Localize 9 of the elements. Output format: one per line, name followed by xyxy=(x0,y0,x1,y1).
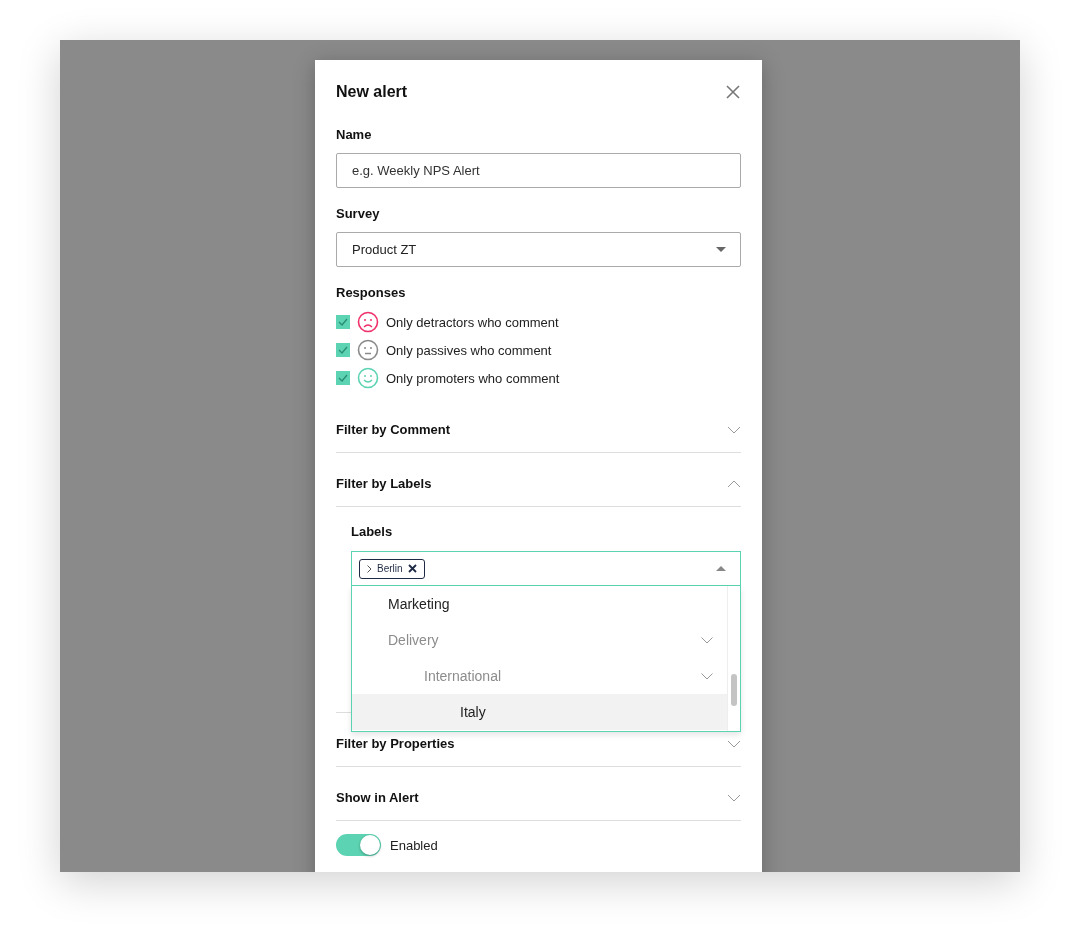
dialog-title: New alert xyxy=(336,83,408,101)
checkbox-label: Only passives who comment xyxy=(386,342,552,358)
field-label: Labels xyxy=(351,523,393,541)
field-label: Name xyxy=(336,126,372,144)
checkbox-label: Only promoters who comment xyxy=(386,370,560,386)
checkbox-label: Only detractors who comment xyxy=(386,314,559,330)
toggle-label: Enabled xyxy=(390,837,438,853)
field-label: Responses xyxy=(336,284,406,302)
field-label: Survey xyxy=(336,205,380,223)
